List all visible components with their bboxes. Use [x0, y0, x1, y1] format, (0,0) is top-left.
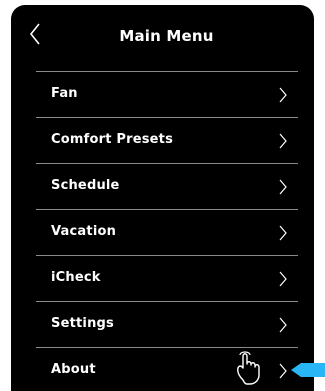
main-menu-list: Fan Comfort Presets Schedule Vacation iC…	[36, 71, 298, 391]
menu-item-schedule[interactable]: Schedule	[36, 164, 298, 209]
chevron-right-icon	[278, 179, 288, 195]
menu-item-fan[interactable]: Fan	[36, 72, 298, 117]
chevron-right-icon	[278, 317, 288, 333]
menu-item-label: Fan	[51, 86, 78, 101]
chevron-right-icon	[278, 363, 288, 379]
menu-item-settings[interactable]: Settings	[36, 302, 298, 347]
thermostat-screen: Main Menu Fan Comfort Presets Schedule V…	[11, 5, 314, 391]
pointer-arrow-icon	[291, 362, 325, 381]
menu-item-comfort-presets[interactable]: Comfort Presets	[36, 118, 298, 163]
menu-item-label: Schedule	[51, 178, 120, 193]
chevron-right-icon	[278, 271, 288, 287]
menu-item-label: Vacation	[51, 224, 117, 239]
page-title: Main Menu	[119, 27, 214, 45]
menu-item-label: Settings	[51, 316, 114, 331]
menu-item-label: iCheck	[51, 270, 101, 285]
chevron-right-icon	[278, 133, 288, 149]
tap-hand-icon	[234, 350, 268, 390]
menu-item-label: About	[51, 362, 96, 377]
chevron-right-icon	[278, 225, 288, 241]
chevron-right-icon	[278, 87, 288, 103]
menu-item-vacation[interactable]: Vacation	[36, 210, 298, 255]
menu-item-icheck[interactable]: iCheck	[36, 256, 298, 301]
menu-item-label: Comfort Presets	[51, 132, 174, 147]
header: Main Menu	[11, 5, 314, 63]
